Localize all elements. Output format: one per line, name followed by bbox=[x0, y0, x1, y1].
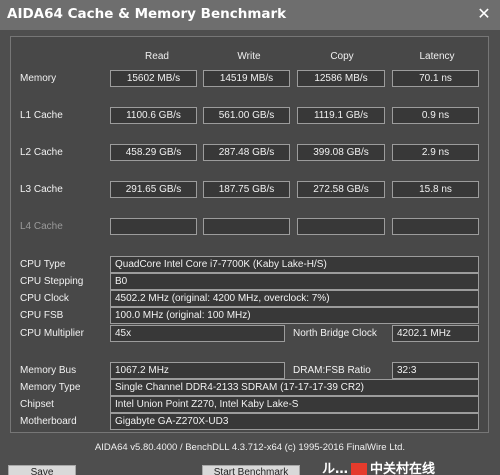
row-label-l4-cache: L4 Cache bbox=[20, 221, 63, 232]
cpu-clock-value: 4502.2 MHz (original: 4200 MHz, overcloc… bbox=[110, 290, 479, 307]
cpu-stepping-value: B0 bbox=[110, 273, 479, 290]
memory-copy-value: 12586 MB/s bbox=[297, 70, 385, 87]
memory-latency-value: 70.1 ns bbox=[392, 70, 479, 87]
cpu-multiplier-label: CPU Multiplier bbox=[20, 328, 84, 339]
memory-read-value: 15602 MB/s bbox=[110, 70, 197, 87]
cpu-type-label: CPU Type bbox=[20, 259, 66, 270]
start-benchmark-button[interactable]: Start Benchmark bbox=[202, 465, 300, 475]
site-watermark: ル… 中关村在线 bbox=[322, 458, 435, 475]
memory-write-value: 14519 MB/s bbox=[203, 70, 290, 87]
version-footer: AIDA64 v5.80.4000 / BenchDLL 4.3.712-x64… bbox=[94, 442, 406, 453]
row-label-memory: Memory bbox=[20, 73, 57, 84]
memory-bus-value: 1067.2 MHz bbox=[110, 362, 285, 379]
row-label-l2-cache: L2 Cache bbox=[20, 147, 63, 158]
cpu-type-value: QuadCore Intel Core i7-7700K (Kaby Lake-… bbox=[110, 256, 479, 273]
north-bridge-clock-label: North Bridge Clock bbox=[293, 328, 377, 339]
close-icon[interactable]: ✕ bbox=[472, 3, 496, 27]
memory-bus-label: Memory Bus bbox=[20, 365, 77, 376]
dram-fsb-ratio-value: 32:3 bbox=[392, 362, 479, 379]
motherboard-value: Gigabyte GA-Z270X-UD3 bbox=[110, 413, 479, 430]
chipset-value: Intel Union Point Z270, Intel Kaby Lake-… bbox=[110, 396, 479, 413]
l3-copy-value: 272.58 GB/s bbox=[297, 181, 385, 198]
column-header-latency: Latency bbox=[419, 51, 455, 62]
save-button[interactable]: Save bbox=[8, 465, 76, 475]
l3-latency-value: 15.8 ns bbox=[392, 181, 479, 198]
watermark-left-text: ル… bbox=[322, 462, 349, 475]
l3-read-value: 291.65 GB/s bbox=[110, 181, 197, 198]
l4-read-value bbox=[110, 218, 197, 235]
l4-copy-value bbox=[297, 218, 385, 235]
title-bar: AIDA64 Cache & Memory Benchmark ✕ bbox=[0, 0, 500, 30]
l4-latency-value bbox=[392, 218, 479, 235]
l3-write-value: 187.75 GB/s bbox=[203, 181, 290, 198]
memory-type-label: Memory Type bbox=[20, 382, 81, 393]
l2-write-value: 287.48 GB/s bbox=[203, 144, 290, 161]
l2-latency-value: 2.9 ns bbox=[392, 144, 479, 161]
column-header-read: Read bbox=[145, 51, 169, 62]
watermark-right-text: 中关村在线 bbox=[370, 462, 436, 475]
l1-read-value: 1100.6 GB/s bbox=[110, 107, 197, 124]
l2-read-value: 458.29 GB/s bbox=[110, 144, 197, 161]
motherboard-label: Motherboard bbox=[20, 416, 77, 427]
window-title: AIDA64 Cache & Memory Benchmark bbox=[7, 6, 287, 22]
l2-copy-value: 399.08 GB/s bbox=[297, 144, 385, 161]
watermark-logo-icon bbox=[351, 462, 368, 475]
l4-write-value bbox=[203, 218, 290, 235]
north-bridge-clock-value: 4202.1 MHz bbox=[392, 325, 479, 342]
cpu-clock-label: CPU Clock bbox=[20, 293, 69, 304]
benchmark-panel: Read Write Copy Latency Memory 15602 MB/… bbox=[10, 36, 489, 433]
cpu-stepping-label: CPU Stepping bbox=[20, 276, 84, 287]
cpu-multiplier-value: 45x bbox=[110, 325, 285, 342]
dram-fsb-ratio-label: DRAM:FSB Ratio bbox=[293, 365, 371, 376]
column-header-write: Write bbox=[237, 51, 261, 62]
l1-latency-value: 0.9 ns bbox=[392, 107, 479, 124]
chipset-label: Chipset bbox=[20, 399, 54, 410]
l1-copy-value: 1119.1 GB/s bbox=[297, 107, 385, 124]
row-label-l3-cache: L3 Cache bbox=[20, 184, 63, 195]
cpu-fsb-value: 100.0 MHz (original: 100 MHz) bbox=[110, 307, 479, 324]
row-label-l1-cache: L1 Cache bbox=[20, 110, 63, 121]
memory-type-value: Single Channel DDR4-2133 SDRAM (17-17-17… bbox=[110, 379, 479, 396]
l1-write-value: 561.00 GB/s bbox=[203, 107, 290, 124]
column-header-copy: Copy bbox=[330, 51, 354, 62]
cpu-fsb-label: CPU FSB bbox=[20, 310, 64, 321]
